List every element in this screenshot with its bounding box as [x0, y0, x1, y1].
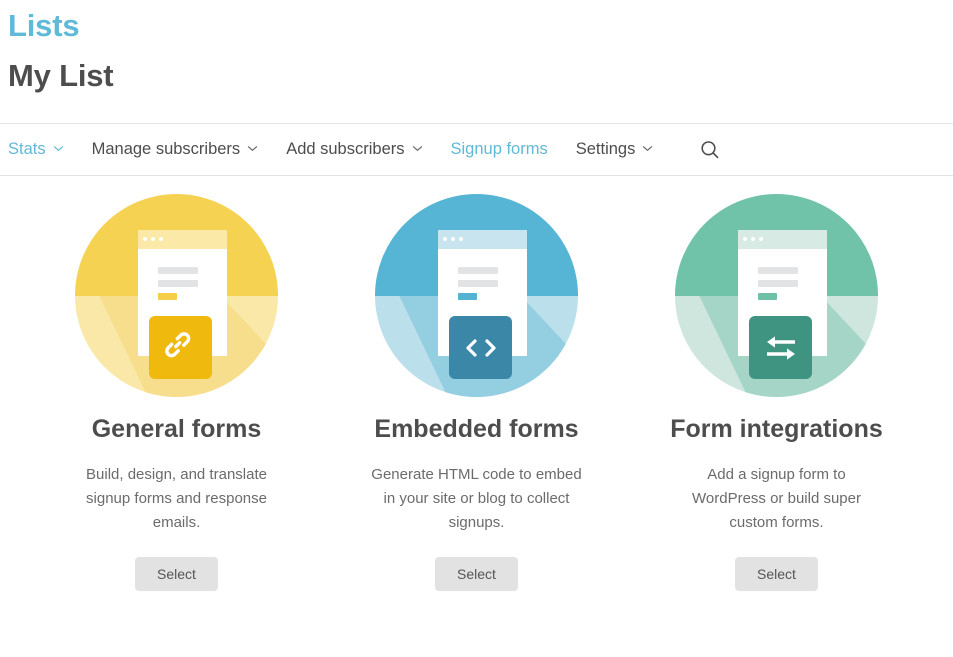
select-button-form-integrations[interactable]: Select: [735, 557, 818, 592]
nav-item-label: Signup forms: [450, 140, 548, 159]
nav-item-settings[interactable]: Settings: [576, 140, 654, 159]
browser-titlebar: [437, 229, 528, 249]
content-line: [457, 280, 498, 288]
card-description: Build, design, and translate signup form…: [86, 466, 267, 532]
content-line: [757, 267, 798, 275]
card-title: Embedded forms: [374, 415, 579, 444]
content-accent-line: [157, 293, 178, 301]
window-dot: [159, 237, 164, 242]
nav-item-stats[interactable]: Stats: [8, 140, 64, 159]
main-nav: Stats Manage subscribers Add subscribers Si…: [0, 123, 953, 177]
card-form-integrations: Form integrations Add a signup form to Wo…: [627, 194, 927, 592]
breadcrumb-lists[interactable]: Lists: [8, 8, 953, 44]
window-dot: [743, 237, 748, 242]
window-dot: [459, 237, 464, 242]
nav-item-label: Manage subscribers: [91, 140, 241, 159]
circle-background: [375, 194, 578, 398]
illustration-form-integrations: [675, 194, 878, 398]
card-description: Add a signup form to WordPress or build …: [692, 466, 861, 532]
nav-item-label: Settings: [575, 140, 636, 159]
window-dot: [451, 237, 456, 242]
content-line: [457, 267, 498, 275]
illustration-general-forms: [75, 194, 278, 398]
browser-content: [438, 249, 527, 301]
browser-titlebar: [137, 229, 228, 249]
browser-titlebar: [737, 229, 828, 249]
content-line: [157, 280, 198, 288]
window-dot: [751, 237, 756, 242]
card-description: Generate HTML code to embed in your site…: [371, 466, 582, 532]
window-dot: [443, 237, 448, 242]
card-title: Form integrations: [670, 415, 883, 444]
browser-content: [138, 249, 227, 301]
nav-item-label: Add subscribers: [286, 140, 405, 159]
exchange-icon: [749, 316, 813, 379]
nav-item-manage-subscribers[interactable]: Manage subscribers: [92, 140, 259, 159]
card-title: General forms: [91, 415, 262, 444]
content-accent-line: [757, 293, 778, 301]
select-button-general-forms[interactable]: Select: [135, 557, 218, 592]
link-icon: [149, 316, 213, 379]
window-dot: [759, 237, 764, 242]
card-general-forms: General forms Build, design, and translat…: [27, 194, 327, 592]
circle-background: [675, 194, 878, 398]
card-embedded-forms: Embedded forms Generate HTML code to embe…: [327, 194, 627, 592]
select-button-embedded-forms[interactable]: Select: [435, 557, 518, 592]
illustration-embedded-forms: [375, 194, 578, 398]
nav-item-label: Stats: [8, 140, 46, 159]
window-dot: [151, 237, 156, 242]
window-dot: [143, 237, 148, 242]
browser-content: [738, 249, 827, 301]
page-header: Lists My List: [0, 0, 953, 93]
content-line: [757, 280, 798, 288]
code-icon: [449, 316, 513, 379]
page-title: My List: [8, 57, 114, 93]
content-accent-line: [457, 293, 478, 301]
chevron-down-icon: [53, 143, 64, 154]
chevron-down-icon: [412, 143, 423, 154]
chevron-down-icon: [642, 143, 653, 154]
content-line: [157, 267, 198, 275]
search-icon[interactable]: [699, 139, 721, 161]
circle-background: [75, 194, 278, 398]
form-type-cards: General forms Build, design, and translat…: [0, 194, 953, 592]
nav-item-signup-forms[interactable]: Signup forms: [451, 140, 548, 159]
nav-item-add-subscribers[interactable]: Add subscribers: [286, 140, 422, 159]
chevron-down-icon: [247, 143, 258, 154]
